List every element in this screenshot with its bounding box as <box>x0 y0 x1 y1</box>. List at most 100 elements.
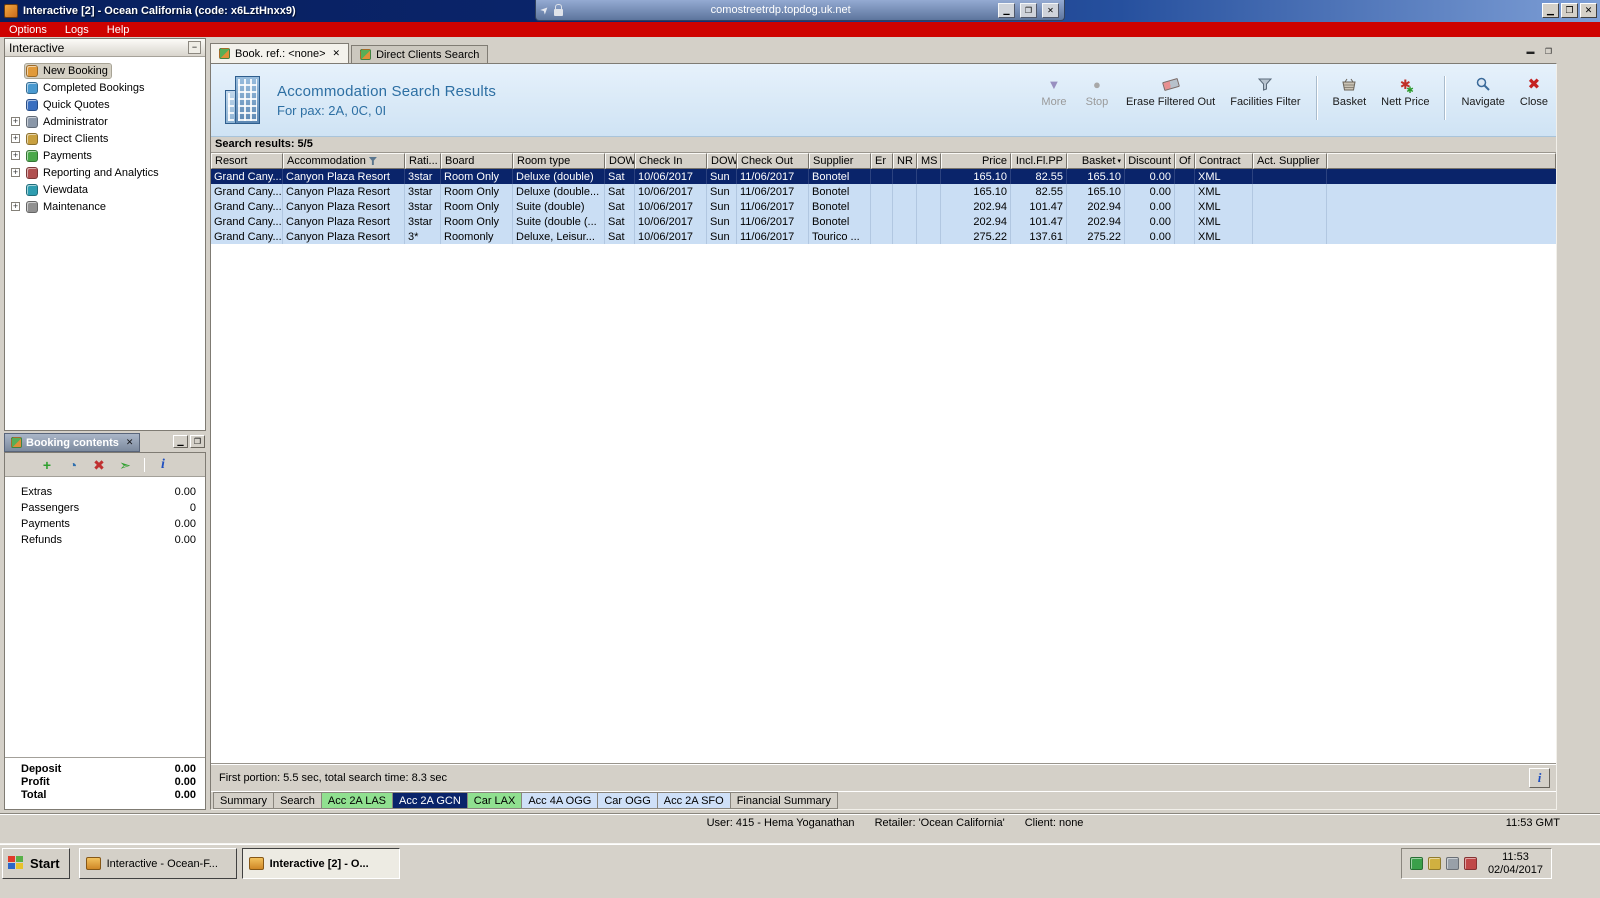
volume-icon[interactable] <box>1463 857 1477 870</box>
cell-accommodation: Canyon Plaza Resort <box>283 199 405 214</box>
pin-icon[interactable]: ➤ <box>538 3 552 17</box>
bottom-tab-acc-2a-las[interactable]: Acc 2A LAS <box>320 792 394 809</box>
column-header-incl-fl-pp[interactable]: Incl.Fl.PP <box>1011 153 1067 169</box>
table-row[interactable]: Grand Cany... Canyon Plaza Resort 3* Roomon… <box>211 229 1556 244</box>
sidebar-item-direct-clients[interactable]: + Direct Clients <box>5 130 205 147</box>
panel-minimize-button[interactable]: ▁ <box>173 435 188 448</box>
menu-item-options[interactable]: Options <box>0 24 56 36</box>
hotel-building-icon <box>223 74 263 126</box>
cell-check-out: 11/06/2017 <box>737 199 809 214</box>
sidebar-item-quick-quotes[interactable]: +Quick Quotes <box>5 96 205 113</box>
bottom-tab-acc-2a-sfo[interactable]: Acc 2A SFO <box>656 792 731 809</box>
tool-facilities-filter[interactable]: Facilities Filter <box>1230 74 1301 108</box>
bottom-tab-acc-2a-gcn[interactable]: Acc 2A GCN <box>392 792 468 809</box>
remove-icon[interactable]: ✖ <box>92 457 107 473</box>
bottom-tab-car-lax[interactable]: Car LAX <box>466 792 523 809</box>
tab-direct-clients-search[interactable]: Direct Clients Search <box>351 45 489 63</box>
column-header-label: Price <box>981 155 1007 167</box>
mail-icon[interactable] <box>1427 857 1441 870</box>
sidebar-item-completed-bookings[interactable]: +Completed Bookings <box>5 79 205 96</box>
close-panel-icon[interactable]: ✕ <box>126 437 134 448</box>
menu-item-help[interactable]: Help <box>98 24 139 36</box>
bottom-tab-financial-summary[interactable]: Financial Summary <box>729 792 838 809</box>
cell-price: 165.10 <box>941 169 1011 184</box>
column-header-rati[interactable]: Rati... <box>405 153 441 169</box>
table-row[interactable]: Grand Cany... Canyon Plaza Resort 3star Roo… <box>211 184 1556 199</box>
add-icon[interactable]: + <box>40 457 55 473</box>
mdi-minimize-button[interactable]: ▬ <box>1523 45 1538 59</box>
expand-icon[interactable]: + <box>11 202 20 211</box>
taskbar-task-interactive-ocean-f[interactable]: Interactive - Ocean-F... <box>78 848 237 879</box>
booking-row-extras: Extras 0.00 <box>5 484 205 500</box>
info-button[interactable]: i <box>1529 768 1550 788</box>
expand-icon[interactable]: + <box>11 151 20 160</box>
panel-restore-button[interactable]: ❐ <box>190 435 205 448</box>
tab-book-ref-none[interactable]: Book. ref.: <none> ✕ <box>210 43 350 63</box>
tool-navigate[interactable]: Navigate <box>1461 74 1505 108</box>
column-header-basket[interactable]: Basket ▾ <box>1067 153 1125 169</box>
collapse-panel-button[interactable]: − <box>188 41 201 54</box>
export-icon[interactable]: ➣ <box>118 457 133 473</box>
start-button[interactable]: Start <box>2 848 70 879</box>
bottom-tab-summary[interactable]: Summary <box>213 792 275 809</box>
column-header-nr[interactable]: NR <box>893 153 917 169</box>
mdi-restore-button[interactable]: ❐ <box>1541 45 1556 59</box>
column-header-of[interactable]: Of <box>1175 153 1195 169</box>
close-tab-icon[interactable]: ✕ <box>333 48 341 59</box>
world-icon[interactable]: ◔ <box>66 457 81 473</box>
sidebar-item-administrator[interactable]: + Administrator <box>5 113 205 130</box>
column-header-er[interactable]: Er <box>871 153 893 169</box>
tool-nett-price[interactable]: ✱ ✱ Nett Price <box>1381 74 1429 109</box>
network-icon[interactable] <box>1409 857 1423 870</box>
column-header-ms[interactable]: MS <box>917 153 941 169</box>
sidebar-item-payments[interactable]: + Payments <box>5 147 205 164</box>
table-row[interactable]: Grand Cany... Canyon Plaza Resort 3star Roo… <box>211 169 1556 184</box>
cell-contract: XML <box>1195 199 1253 214</box>
info-icon[interactable]: i <box>156 457 171 473</box>
sidebar-item-maintenance[interactable]: + Maintenance <box>5 198 205 215</box>
menu-item-logs[interactable]: Logs <box>56 24 98 36</box>
close-button[interactable]: ✕ <box>1580 3 1597 18</box>
sidebar-item-reporting-and-analytics[interactable]: + Reporting and Analytics <box>5 164 205 181</box>
rdp-close-button[interactable]: ✕ <box>1042 2 1059 18</box>
table-row[interactable]: Grand Cany... Canyon Plaza Resort 3star Roo… <box>211 214 1556 229</box>
sidebar-item-viewdata[interactable]: +Viewdata <box>5 181 205 198</box>
table-row[interactable]: Grand Cany... Canyon Plaza Resort 3star Roo… <box>211 199 1556 214</box>
tool-basket[interactable]: Basket <box>1333 74 1366 108</box>
tool-close[interactable]: ✖ Close <box>1520 74 1548 109</box>
expand-icon[interactable]: + <box>11 134 20 143</box>
display-icon[interactable] <box>1445 857 1459 870</box>
rdp-minimize-button[interactable]: ▁ <box>998 2 1015 18</box>
tray-clock[interactable]: 11:53 02/04/2017 <box>1484 851 1543 877</box>
cell-supplier: Bonotel <box>809 184 871 199</box>
column-header-supplier[interactable]: Supplier <box>809 153 871 169</box>
rdp-restore-button[interactable]: ❐ <box>1020 2 1037 18</box>
column-header-room-type[interactable]: Room type <box>513 153 605 169</box>
column-header-board[interactable]: Board <box>441 153 513 169</box>
column-header-contract[interactable]: Contract <box>1195 153 1253 169</box>
expand-icon[interactable]: + <box>11 117 20 126</box>
column-header-check-out[interactable]: Check Out <box>737 153 809 169</box>
minimize-button[interactable]: ▁ <box>1542 3 1559 18</box>
column-header-dow[interactable]: DOW <box>707 153 737 169</box>
booking-panel-title: Booking contents <box>26 436 119 449</box>
cell-of <box>1175 184 1195 199</box>
sidebar-item-new-booking[interactable]: +New Booking <box>5 62 205 79</box>
taskbar-task-interactive-2-o[interactable]: Interactive [2] - O... <box>241 848 400 879</box>
expand-icon[interactable]: + <box>11 168 20 177</box>
column-header-price[interactable]: Price <box>941 153 1011 169</box>
column-header-accommodation[interactable]: Accommodation <box>283 153 405 169</box>
bottom-tab-search[interactable]: Search <box>273 792 322 809</box>
column-header-dow[interactable]: DOW <box>605 153 635 169</box>
booking-row-passengers: Passengers 0 <box>5 500 205 516</box>
booking-caption-tab[interactable]: Booking contents ✕ <box>4 433 141 452</box>
bottom-tab-car-ogg[interactable]: Car OGG <box>597 792 658 809</box>
cell-resort: Grand Cany... <box>211 169 283 184</box>
column-header-check-in[interactable]: Check In <box>635 153 707 169</box>
column-header-resort[interactable]: Resort <box>211 153 283 169</box>
bottom-tab-acc-4a-ogg[interactable]: Acc 4A OGG <box>521 792 599 809</box>
restore-button[interactable]: ❐ <box>1561 3 1578 18</box>
column-header-act-supplier[interactable]: Act. Supplier <box>1253 153 1327 169</box>
column-header-discount[interactable]: Discount <box>1125 153 1175 169</box>
tool-erase-filtered-out[interactable]: Erase Filtered Out <box>1126 74 1215 108</box>
